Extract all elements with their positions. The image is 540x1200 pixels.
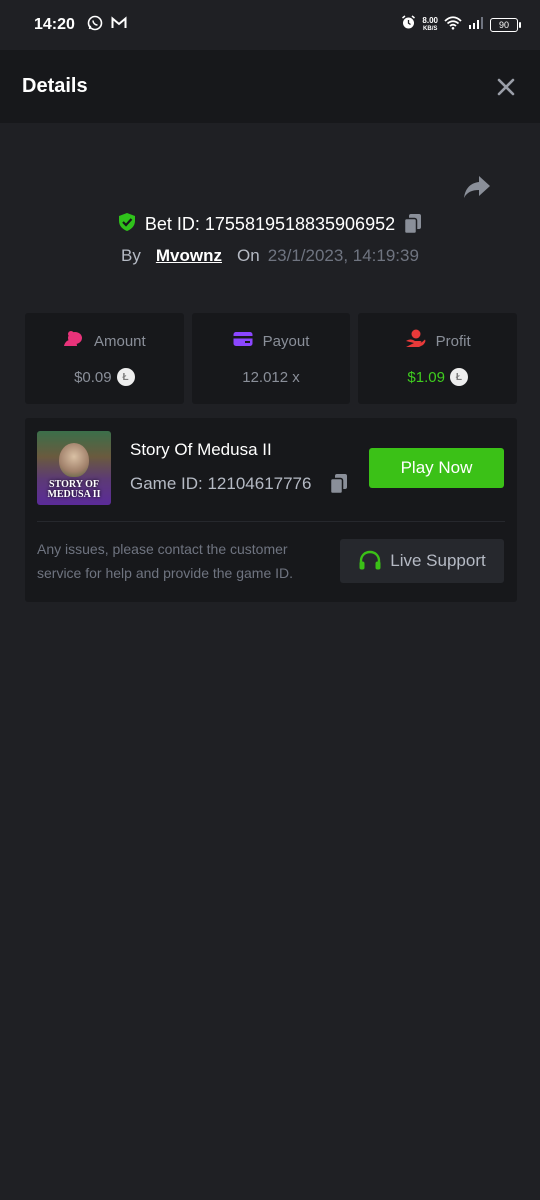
copy-game-id-button[interactable] <box>329 473 349 495</box>
bet-stats: Amount $0.09 Ł Payout 12.012 x Profit $1… <box>25 313 518 404</box>
game-name: Story Of Medusa II <box>130 440 272 459</box>
shield-check-icon <box>117 212 137 237</box>
litecoin-icon: Ł <box>449 368 468 386</box>
status-bar: 14:20 8.00 KB/S 90 <box>0 0 540 50</box>
status-time: 14:20 <box>34 16 75 33</box>
hand-coin-icon <box>405 329 426 353</box>
share-icon <box>464 176 490 198</box>
bet-id: Bet ID: 1755819518835906952 <box>144 213 396 234</box>
stat-payout: Payout 12.012 x <box>191 313 351 404</box>
stat-payout-label: Payout <box>262 332 310 350</box>
close-button[interactable] <box>494 75 518 99</box>
litecoin-icon: Ł <box>116 368 135 386</box>
wifi-icon <box>444 15 462 35</box>
live-support-label: Live Support <box>390 551 486 570</box>
stat-amount: Amount $0.09 Ł <box>25 313 184 404</box>
copy-bet-id-button[interactable] <box>403 213 423 235</box>
signal-icon <box>468 16 484 34</box>
game-card: STORY OF MEDUSA II Story Of Medusa II Ga… <box>25 418 517 602</box>
stat-amount-label: Amount <box>93 332 146 350</box>
copy-icon <box>403 214 422 235</box>
stat-profit-label: Profit <box>435 332 471 350</box>
coins-icon <box>63 330 84 353</box>
divider <box>37 521 505 522</box>
close-icon <box>497 78 515 95</box>
battery-icon: 90 <box>490 18 521 32</box>
on-label: On <box>237 246 260 265</box>
stat-profit-value: $1.09 <box>407 368 445 386</box>
stat-profit: Profit $1.09 Ł <box>358 313 518 404</box>
whatsapp-icon <box>87 15 103 36</box>
user-link[interactable]: Mvownz <box>156 246 222 266</box>
game-thumbnail[interactable]: STORY OF MEDUSA II <box>37 431 111 505</box>
alarm-icon <box>401 15 416 35</box>
live-support-button[interactable]: Live Support <box>340 539 504 583</box>
game-id: Game ID: 12104617776 <box>130 474 312 493</box>
headset-icon <box>359 550 381 570</box>
details-header: Details <box>0 50 540 123</box>
medusa-artwork <box>59 443 89 477</box>
bet-date: 23/1/2023, 14:19:39 <box>267 246 419 265</box>
page-title: Details <box>22 75 88 97</box>
game-thumbnail-title: STORY OF MEDUSA II <box>47 479 101 500</box>
play-now-button[interactable]: Play Now <box>369 448 504 488</box>
gmail-icon <box>111 15 127 35</box>
bet-id-row: Bet ID: 1755819518835906952 <box>0 210 540 238</box>
stat-payout-value: 12.012 x <box>242 368 300 386</box>
bet-meta-row: By Mvownz On 23/1/2023, 14:19:39 <box>0 243 540 269</box>
network-speed: 8.00 KB/S <box>422 16 438 33</box>
copy-icon <box>330 474 348 495</box>
card-icon <box>233 331 253 352</box>
stat-amount-value: $0.09 <box>74 368 112 386</box>
support-notice: Any issues, please contact the customer … <box>37 541 294 581</box>
by-label: By <box>121 246 141 265</box>
share-button[interactable] <box>462 174 492 200</box>
